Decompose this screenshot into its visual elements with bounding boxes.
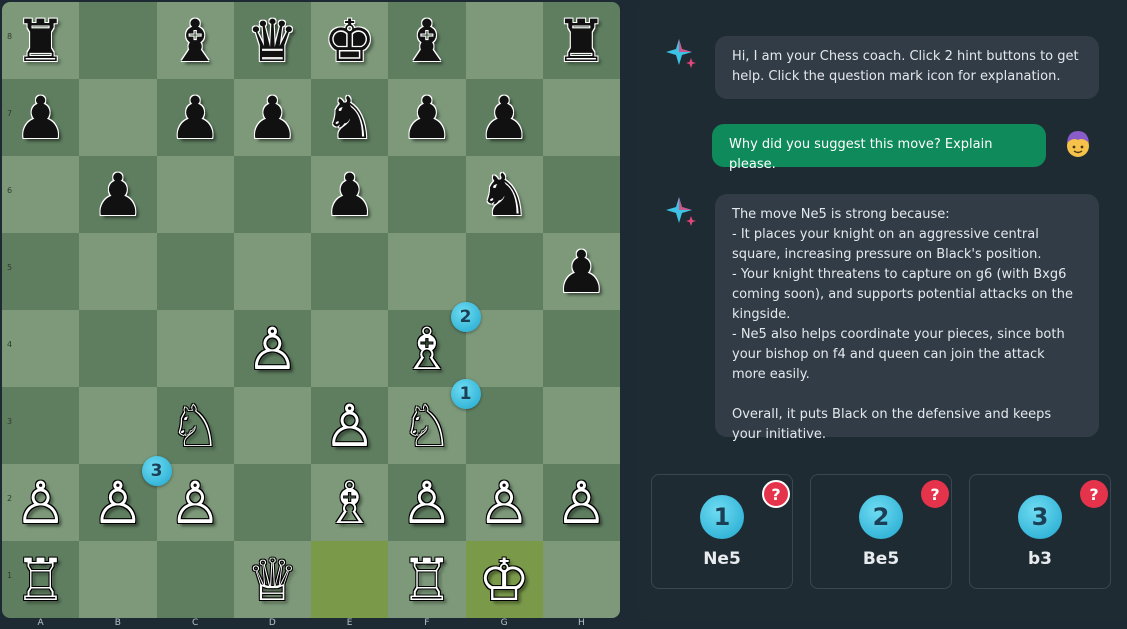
white-rook-f1[interactable]: ♖ [388,541,465,618]
black-pawn-h5[interactable]: ♟ [543,233,620,310]
question-mark-icon[interactable]: ? [762,480,790,508]
square-a3[interactable] [2,387,80,464]
black-king-e8[interactable]: ♚ [311,2,388,79]
rank-label: 6 [7,186,13,195]
hint-marker-1: 1 [450,379,481,409]
square-b1[interactable] [79,541,157,618]
file-label: A [37,618,44,628]
black-pawn-d7[interactable]: ♟ [234,79,311,156]
hint-move-label: Ne5 [703,549,741,569]
square-b4[interactable] [79,310,157,387]
file-label: H [577,618,585,628]
square-b5[interactable] [79,233,157,310]
square-b3[interactable] [79,387,157,464]
user-avatar-icon [1061,126,1095,160]
black-queen-d8[interactable]: ♛ [234,2,311,79]
square-c6[interactable] [156,156,234,233]
rank-label: 3 [7,417,13,426]
square-f5[interactable] [388,233,466,310]
rank-label: 4 [7,340,13,349]
white-king-g1[interactable]: ♔ [466,541,543,618]
square-d5[interactable] [233,233,311,310]
square-e4[interactable] [311,310,389,387]
square-h4[interactable] [542,310,620,387]
white-pawn-e3[interactable]: ♙ [311,387,388,464]
black-pawn-e6[interactable]: ♟ [311,156,388,233]
black-bishop-f8[interactable]: ♝ [388,2,465,79]
file-label: E [346,618,353,628]
square-a4[interactable] [2,310,80,387]
square-h7[interactable] [542,79,620,156]
square-c5[interactable] [156,233,234,310]
hint-number-badge: 2 [859,495,903,539]
square-c4[interactable] [156,310,234,387]
file-label: G [500,618,508,628]
black-rook-h8[interactable]: ♜ [543,2,620,79]
hint-card-2[interactable]: 2 Be5 ? [810,474,952,589]
sparkle-icon [665,36,699,70]
file-label: F [424,618,430,628]
file-label: B [114,618,121,628]
hint-marker-3: 3 [141,456,172,486]
user-message: Why did you suggest this move? Explain p… [712,124,1046,172]
square-h3[interactable] [542,387,620,464]
white-pawn-d4[interactable]: ♙ [234,310,311,387]
hint-number-badge: 3 [1018,495,1062,539]
square-b7[interactable] [79,79,157,156]
hint-marker-2: 2 [450,302,481,332]
square-e1[interactable] [311,541,389,618]
black-knight-g6[interactable]: ♞ [466,156,543,233]
square-h1[interactable] [542,541,620,618]
black-rook-a8[interactable]: ♜ [2,2,79,79]
black-bishop-c8[interactable]: ♝ [157,2,234,79]
square-e5[interactable] [311,233,389,310]
black-knight-e7[interactable]: ♞ [311,79,388,156]
black-pawn-a7[interactable]: ♟ [2,79,79,156]
chess-board[interactable]: 8 7 6 5 4 3 2 1 ♜ ♝ ♛ ♚ ♝ ♜ ♟ ♟ ♟ ♞ ♟ ♟ ♟ ♟ ♞ ♟ ♙ ♗ ♘ ♙ ♘ ♙ ♙ ♙ ♗ ♙ ♙ ♙ ♖ ♕ ♖ ♔… [2,2,620,618]
square-c1[interactable] [156,541,234,618]
white-pawn-h2[interactable]: ♙ [543,464,620,541]
square-g8[interactable] [465,2,543,79]
white-queen-d1[interactable]: ♕ [234,541,311,618]
square-b8[interactable] [79,2,157,79]
file-label: D [268,618,276,628]
question-mark-icon[interactable]: ? [921,480,949,508]
white-rook-a1[interactable]: ♖ [2,541,79,618]
rank-label: 5 [7,263,13,272]
coach-message-explanation: The move Ne5 is strong because: - It pla… [715,194,1099,442]
white-pawn-g2[interactable]: ♙ [466,464,543,541]
square-g5[interactable] [465,233,543,310]
white-bishop-e2[interactable]: ♗ [311,464,388,541]
white-pawn-a2[interactable]: ♙ [2,464,79,541]
black-pawn-b6[interactable]: ♟ [79,156,156,233]
hint-move-label: Be5 [862,549,900,569]
sparkle-icon [665,194,699,228]
square-f6[interactable] [388,156,466,233]
coach-message-welcome: Hi, I am your Chess coach. Click 2 hint … [715,36,1099,99]
square-d3[interactable] [233,387,311,464]
black-pawn-f7[interactable]: ♟ [388,79,465,156]
black-pawn-g7[interactable]: ♟ [466,79,543,156]
square-a6[interactable] [2,156,80,233]
hint-card-3[interactable]: 3 b3 ? [969,474,1111,589]
hint-card-1[interactable]: 1 Ne5 ? [651,474,793,589]
coach-panel: Hi, I am your Chess coach. Click 2 hint … [639,0,1127,622]
white-knight-c3[interactable]: ♘ [157,387,234,464]
question-mark-icon[interactable]: ? [1080,480,1108,508]
square-a5[interactable] [2,233,80,310]
hint-number-badge: 1 [700,495,744,539]
hint-move-label: b3 [1028,549,1052,569]
file-label: C [191,618,199,628]
square-d2[interactable] [233,464,311,541]
white-pawn-f2[interactable]: ♙ [388,464,465,541]
square-d6[interactable] [233,156,311,233]
square-h6[interactable] [542,156,620,233]
black-pawn-c7[interactable]: ♟ [157,79,234,156]
